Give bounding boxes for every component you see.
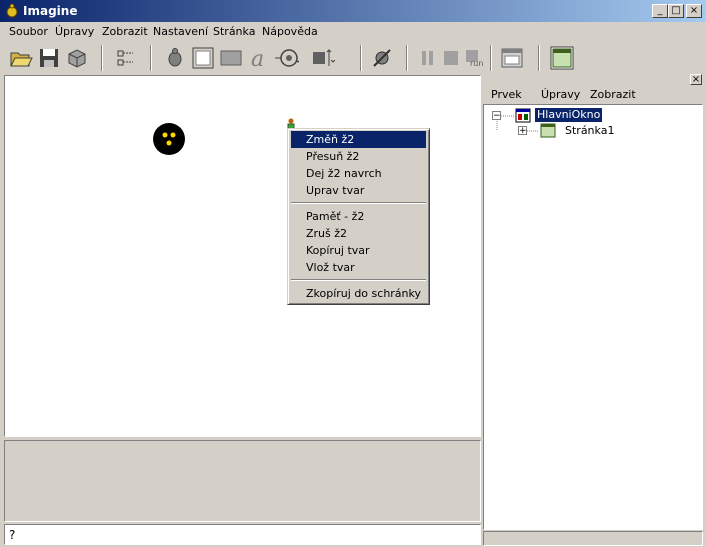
tree-connector xyxy=(527,130,539,132)
output-panel xyxy=(4,440,481,522)
menu-stranka[interactable]: Stránka xyxy=(213,24,255,39)
tree-connector xyxy=(501,115,515,117)
turtle-icon xyxy=(6,3,18,18)
ctx-separator xyxy=(291,279,426,281)
context-menu: Změň ž2 Přesuň ž2 Dej ž2 navrch Uprav tv… xyxy=(287,128,430,305)
text-icon[interactable]: a xyxy=(247,46,271,70)
tree-node-hlavniokno[interactable]: HlavniOkno xyxy=(533,107,604,123)
open-folder-icon[interactable] xyxy=(9,46,33,70)
turtle-new-icon[interactable] xyxy=(163,46,187,70)
ctx-item-uprav-tvar[interactable]: Uprav tvar xyxy=(291,182,426,199)
toolbar-separator xyxy=(150,45,152,71)
ctx-item-kopiruj-tvar[interactable]: Kopíruj tvar xyxy=(291,242,426,259)
ctx-item-vloz-tvar[interactable]: Vlož tvar xyxy=(291,259,426,276)
ctx-item-pamet[interactable]: Paměť - ž2 xyxy=(291,208,426,225)
toolbar-separator xyxy=(538,45,540,71)
command-line[interactable]: ? xyxy=(4,524,481,545)
window-icon[interactable] xyxy=(500,46,524,70)
pane-close-button[interactable]: × xyxy=(690,74,702,85)
menu-bar: Soubor Úpravy Zobrazit Nastavení Stránka… xyxy=(0,22,706,41)
ctx-separator xyxy=(291,202,426,204)
button-icon[interactable] xyxy=(191,46,215,70)
pane-status xyxy=(483,531,703,546)
menu-napoveda[interactable]: Nápověda xyxy=(262,24,318,39)
ctx-item-zrus[interactable]: Zruš ž2 xyxy=(291,225,426,242)
ctx-item-dej-navrch[interactable]: Dej ž2 navrch xyxy=(291,165,426,182)
expand-toggle[interactable]: + xyxy=(518,126,527,136)
toolbar: a run xyxy=(0,42,706,74)
main-window-icon xyxy=(515,108,531,123)
minimize-button[interactable]: _ xyxy=(652,4,668,18)
panel-icon[interactable] xyxy=(219,46,243,70)
run-gear-icon[interactable] xyxy=(370,46,394,70)
title-bar: Imagine _ □ × xyxy=(0,0,706,22)
toolbar-separator xyxy=(406,45,408,71)
pane-menu-zobrazit[interactable]: Zobrazit xyxy=(590,88,636,102)
close-button[interactable]: × xyxy=(686,4,702,18)
page-node-icon xyxy=(540,123,556,138)
pane-menu-upravy[interactable]: Úpravy xyxy=(541,88,580,102)
tree-list-icon[interactable] xyxy=(114,46,138,70)
run-label: run xyxy=(470,59,484,68)
svg-text:a: a xyxy=(251,47,264,70)
ctx-item-zmen[interactable]: Změň ž2 xyxy=(291,131,426,148)
window-title: Imagine xyxy=(23,4,78,18)
slider-icon[interactable] xyxy=(275,46,299,70)
save-icon[interactable] xyxy=(37,46,61,70)
tree-node-stranka1[interactable]: Stránka1 xyxy=(563,124,616,138)
scrollbar-icon[interactable] xyxy=(311,46,335,70)
toolbar-separator xyxy=(360,45,362,71)
page-icon[interactable] xyxy=(550,46,574,70)
maximize-button[interactable]: □ xyxy=(668,4,684,18)
command-input-text[interactable]: ? xyxy=(9,528,15,542)
run-icon[interactable]: run xyxy=(462,46,486,70)
pause-icon[interactable] xyxy=(416,46,440,70)
turtle-ball-icon[interactable] xyxy=(152,122,186,156)
ctx-item-zkopiruj-do-schranky[interactable]: Zkopíruj do schránky xyxy=(291,285,426,302)
pane-menu-prvek[interactable]: Prvek xyxy=(491,88,522,102)
toolbar-separator xyxy=(490,45,492,71)
menu-nastaveni[interactable]: Nastavení xyxy=(153,24,208,39)
tree-connector xyxy=(496,119,498,131)
toolbar-separator xyxy=(101,45,103,71)
menu-soubor[interactable]: Soubor xyxy=(9,24,48,39)
ctx-item-presun[interactable]: Přesuň ž2 xyxy=(291,148,426,165)
package-icon[interactable] xyxy=(65,46,89,70)
menu-upravy[interactable]: Úpravy xyxy=(55,24,94,39)
object-tree[interactable]: − HlavniOkno + Stránka1 xyxy=(483,104,703,530)
menu-zobrazit[interactable]: Zobrazit xyxy=(102,24,148,39)
stop-icon[interactable] xyxy=(439,46,463,70)
